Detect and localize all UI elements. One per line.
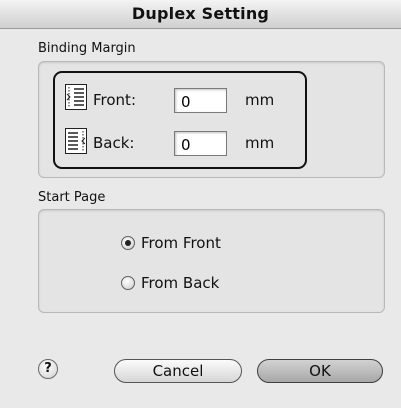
radio-button-selected[interactable] [121, 236, 135, 250]
duplex-setting-dialog: Duplex Setting Binding Margin Front: mm … [0, 0, 401, 408]
front-label: Front: [93, 91, 136, 109]
help-button[interactable]: ? [38, 359, 58, 379]
back-label: Back: [93, 134, 135, 152]
radio-from-front[interactable]: From Front [121, 234, 221, 252]
start-page-label: Start Page [38, 190, 106, 205]
binding-margin-label: Binding Margin [38, 41, 136, 56]
dialog-title: Duplex Setting [0, 0, 401, 29]
front-margin-input[interactable] [174, 88, 227, 113]
front-unit: mm [245, 91, 275, 109]
binding-back-icon [65, 128, 87, 154]
radio-from-back[interactable]: From Back [121, 274, 219, 292]
start-page-group [38, 209, 385, 313]
binding-front-icon [65, 84, 87, 110]
radio-button-unselected[interactable] [121, 276, 135, 290]
ok-button[interactable]: OK [257, 359, 383, 383]
radio-from-front-label: From Front [141, 234, 221, 252]
radio-from-back-label: From Back [141, 274, 220, 292]
back-unit: mm [245, 134, 275, 152]
cancel-button[interactable]: Cancel [114, 359, 242, 383]
back-margin-input[interactable] [174, 131, 227, 156]
